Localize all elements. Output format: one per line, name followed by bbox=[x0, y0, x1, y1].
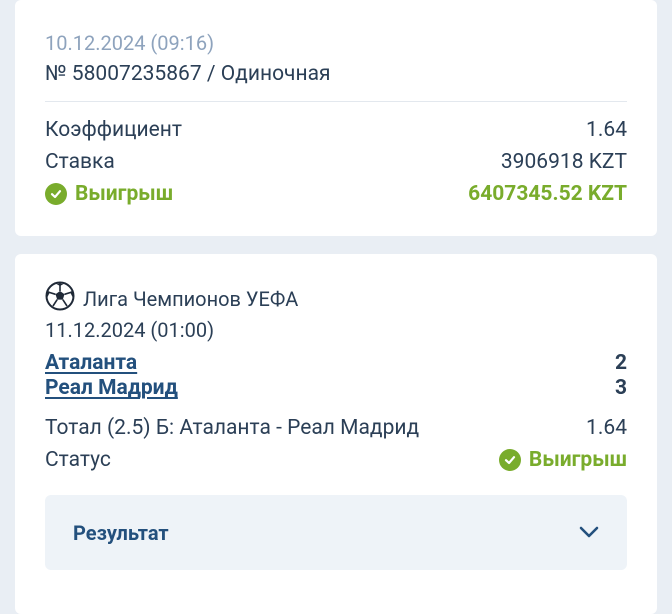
event-datetime: 11.12.2024 (01:00) bbox=[45, 318, 215, 342]
status-row: Статус Выигрыш bbox=[45, 448, 627, 472]
team1-score: 2 bbox=[614, 351, 627, 375]
team-row-2: Реал Мадрид 3 bbox=[45, 376, 627, 400]
team-link-atalanta[interactable]: Аталанта bbox=[45, 351, 137, 375]
check-circle-icon bbox=[45, 183, 67, 205]
stake-row: Ставка 3906918 KZT bbox=[45, 150, 627, 174]
bet-datetime: 10.12.2024 (09:16) bbox=[45, 31, 215, 55]
divider bbox=[45, 101, 627, 102]
league-name: Лига Чемпионов УЕФА bbox=[83, 286, 299, 311]
coefficient-value: 1.64 bbox=[586, 118, 627, 142]
team-link-real-madrid[interactable]: Реал Мадрид bbox=[45, 376, 178, 400]
soccer-ball-icon bbox=[45, 281, 75, 316]
result-accordion[interactable]: Результат bbox=[45, 495, 627, 570]
result-label: Результат bbox=[73, 520, 169, 545]
status-value: Выигрыш bbox=[528, 448, 627, 472]
win-row: Выигрыш 6407345.52 KZT bbox=[45, 182, 627, 206]
team2-score: 3 bbox=[614, 376, 627, 400]
market-row: Тотал (2.5) Б: Аталанта - Реал Мадрид 1.… bbox=[45, 416, 627, 440]
chevron-down-icon[interactable] bbox=[579, 523, 599, 542]
league-header: Лига Чемпионов УЕФА bbox=[45, 281, 298, 316]
bet-number: № 58007235867 / Одиночная bbox=[45, 62, 331, 86]
market-odds: 1.64 bbox=[586, 416, 627, 440]
check-circle-icon bbox=[498, 449, 521, 471]
status-label: Статус bbox=[45, 448, 111, 472]
coefficient-row: Коэффициент 1.64 bbox=[45, 118, 627, 142]
stake-value: 3906918 KZT bbox=[500, 150, 627, 174]
event-card: Лига Чемпионов УЕФА 11.12.2024 (01:00) А… bbox=[15, 254, 657, 614]
bet-summary-card: 10.12.2024 (09:16) № 58007235867 / Одино… bbox=[15, 0, 657, 236]
win-label: Выигрыш bbox=[75, 182, 174, 206]
win-amount: 6407345.52 KZT bbox=[468, 182, 627, 206]
stake-label: Ставка bbox=[45, 150, 115, 174]
team-row-1: Аталанта 2 bbox=[45, 351, 627, 375]
coefficient-label: Коэффициент bbox=[45, 118, 183, 142]
market-name: Тотал (2.5) Б: Аталанта - Реал Мадрид bbox=[45, 416, 420, 440]
